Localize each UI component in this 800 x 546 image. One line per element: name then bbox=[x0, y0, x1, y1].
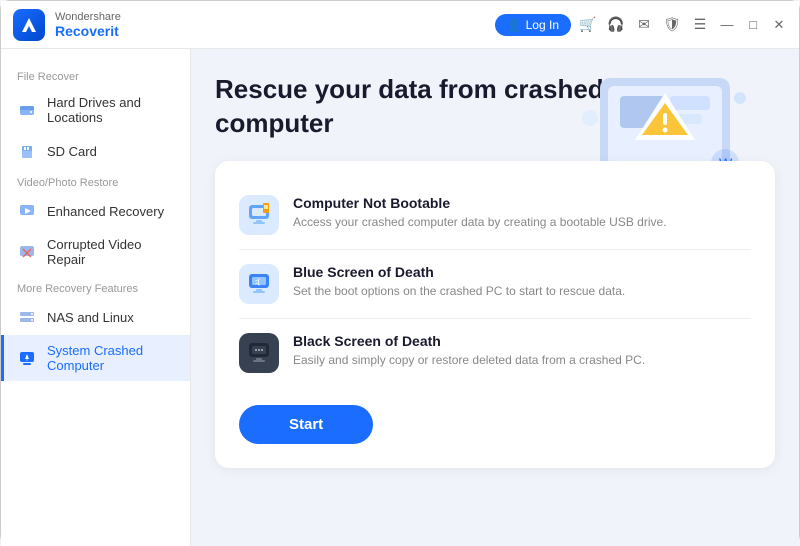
sidebar-label-enhanced-recovery: Enhanced Recovery bbox=[47, 204, 164, 219]
headset-icon[interactable]: 🎧 bbox=[607, 16, 625, 33]
corrupted-video-icon bbox=[17, 242, 37, 262]
option-2-desc: Set the boot options on the crashed PC t… bbox=[293, 283, 751, 300]
sidebar-item-system-crashed[interactable]: System Crashed Computer bbox=[1, 335, 190, 381]
shield-icon[interactable]: 🛡 bbox=[663, 16, 681, 33]
option-3-desc: Easily and simply copy or restore delete… bbox=[293, 352, 751, 369]
minimize-button[interactable]: — bbox=[719, 17, 735, 32]
menu-icon[interactable]: ☰ bbox=[691, 16, 709, 33]
main-layout: File Recover Hard Drives and Locations bbox=[1, 49, 799, 546]
app-logo bbox=[13, 9, 45, 41]
sidebar-label-hard-drives: Hard Drives and Locations bbox=[47, 95, 174, 125]
sidebar-label-sd-card: SD Card bbox=[47, 144, 97, 159]
option-3-text: Black Screen of Death Easily and simply … bbox=[293, 333, 751, 369]
sidebar-label-nas-linux: NAS and Linux bbox=[47, 310, 134, 325]
sidebar-label-system-crashed: System Crashed Computer bbox=[47, 343, 174, 373]
heading-line1: Rescue your data from crashed bbox=[215, 74, 604, 104]
sidebar-label-corrupted-video: Corrupted Video Repair bbox=[47, 237, 174, 267]
enhanced-recovery-icon bbox=[17, 201, 37, 221]
app-name-block: Wondershare Recoverit bbox=[55, 11, 121, 39]
sidebar-item-sd-card[interactable]: SD Card bbox=[1, 133, 190, 169]
option-2-text: Blue Screen of Death Set the boot option… bbox=[293, 264, 751, 300]
option-3-title: Black Screen of Death bbox=[293, 333, 751, 349]
svg-text::(: :( bbox=[255, 279, 260, 286]
system-crashed-icon bbox=[17, 348, 37, 368]
titlebar-right: 👤 Log In 🛒 🎧 ✉ 🛡 ☰ — □ ✕ bbox=[495, 14, 787, 36]
nas-linux-icon bbox=[17, 307, 37, 327]
recovery-card: Computer Not Bootable Access your crashe… bbox=[215, 161, 775, 468]
option-computer-not-bootable[interactable]: Computer Not Bootable Access your crashe… bbox=[239, 181, 751, 250]
close-button[interactable]: ✕ bbox=[771, 17, 787, 33]
app-title: Recoverit bbox=[55, 23, 121, 39]
computer-not-bootable-icon bbox=[239, 195, 279, 235]
sidebar-item-corrupted-video[interactable]: Corrupted Video Repair bbox=[1, 229, 190, 275]
heading-line2: computer bbox=[215, 108, 333, 138]
option-1-desc: Access your crashed computer data by cre… bbox=[293, 214, 751, 231]
blue-screen-icon: :( bbox=[239, 264, 279, 304]
titlebar-icons: 🛒 🎧 ✉ 🛡 ☰ — □ ✕ bbox=[579, 16, 787, 33]
titlebar-left: Wondershare Recoverit bbox=[13, 9, 121, 41]
sidebar-item-nas-linux[interactable]: NAS and Linux bbox=[1, 299, 190, 335]
section-more: More Recovery Features bbox=[1, 275, 190, 299]
cart-icon[interactable]: 🛒 bbox=[579, 16, 597, 33]
app-brand: Wondershare bbox=[55, 11, 121, 23]
titlebar: Wondershare Recoverit 👤 Log In 🛒 🎧 ✉ 🛡 ☰… bbox=[1, 1, 799, 49]
mail-icon[interactable]: ✉ bbox=[635, 16, 653, 33]
sidebar-item-hard-drives[interactable]: Hard Drives and Locations bbox=[1, 87, 190, 133]
login-label: Log In bbox=[526, 18, 559, 32]
option-1-title: Computer Not Bootable bbox=[293, 195, 751, 211]
login-user-icon: 👤 bbox=[507, 18, 522, 32]
black-screen-icon bbox=[239, 333, 279, 373]
sidebar: File Recover Hard Drives and Locations bbox=[1, 49, 191, 546]
sd-card-icon bbox=[17, 141, 37, 161]
option-black-screen[interactable]: Black Screen of Death Easily and simply … bbox=[239, 319, 751, 387]
option-1-text: Computer Not Bootable Access your crashe… bbox=[293, 195, 751, 231]
hard-drives-icon bbox=[17, 100, 37, 120]
login-button[interactable]: 👤 Log In bbox=[495, 14, 571, 36]
option-blue-screen[interactable]: :( Blue Screen of Death Set the boot opt… bbox=[239, 250, 751, 319]
maximize-button[interactable]: □ bbox=[745, 17, 761, 32]
start-button[interactable]: Start bbox=[239, 405, 373, 444]
section-video-photo: Video/Photo Restore bbox=[1, 169, 190, 193]
section-file-recover: File Recover bbox=[1, 63, 190, 87]
option-2-title: Blue Screen of Death bbox=[293, 264, 751, 280]
content-area: Rescue your data from crashed computer bbox=[191, 49, 799, 546]
sidebar-item-enhanced-recovery[interactable]: Enhanced Recovery bbox=[1, 193, 190, 229]
